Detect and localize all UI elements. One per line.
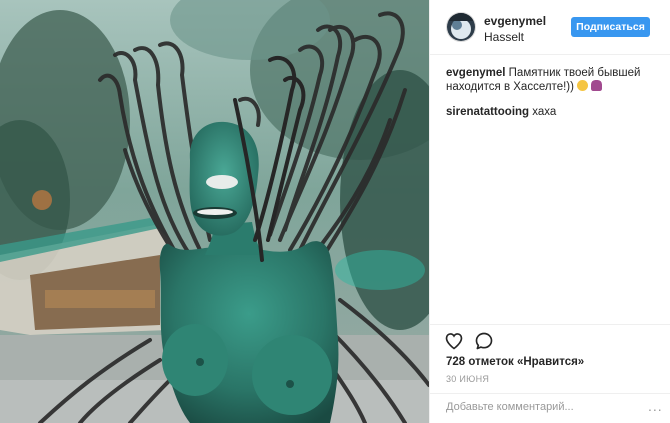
- woman-gesturing-icon: [591, 80, 603, 91]
- comment-icon[interactable]: [474, 331, 494, 351]
- comment-item: evgenymel Памятник твоей бывшей находитс…: [446, 66, 656, 94]
- post-username[interactable]: evgenymel: [484, 14, 546, 28]
- likes-count[interactable]: 728 отметок «Нравится»: [446, 356, 584, 368]
- follow-button[interactable]: Подписаться: [571, 17, 650, 37]
- more-options-button[interactable]: ...: [648, 398, 663, 414]
- comment-input[interactable]: Добавьте комментарий...: [446, 401, 636, 413]
- statue-photo-graphic: [0, 0, 429, 423]
- avatar[interactable]: [446, 12, 476, 42]
- heart-icon[interactable]: [444, 331, 464, 351]
- actions-divider: [430, 324, 670, 326]
- comments-list: evgenymel Памятник твоей бывшей находитс…: [446, 66, 656, 130]
- instagram-post-window: evgenymel Hasselt Подписаться evgenymel …: [0, 0, 670, 423]
- comment-item: sirenatattooing хаха: [446, 105, 656, 119]
- avatar-image: [447, 13, 475, 41]
- post-sidebar: evgenymel Hasselt Подписаться evgenymel …: [429, 0, 670, 423]
- comment-username[interactable]: evgenymel: [446, 67, 505, 79]
- post-date: 30 ИЮНЯ: [446, 374, 490, 384]
- post-location[interactable]: Hasselt: [484, 30, 524, 44]
- post-header: evgenymel Hasselt Подписаться: [430, 0, 670, 55]
- comment-text: хаха: [532, 106, 557, 118]
- comment-username[interactable]: sirenatattooing: [446, 106, 529, 118]
- comment-bar: Добавьте комментарий... ...: [430, 393, 670, 423]
- post-photo[interactable]: [0, 0, 429, 423]
- hugging-face-icon: [577, 80, 589, 91]
